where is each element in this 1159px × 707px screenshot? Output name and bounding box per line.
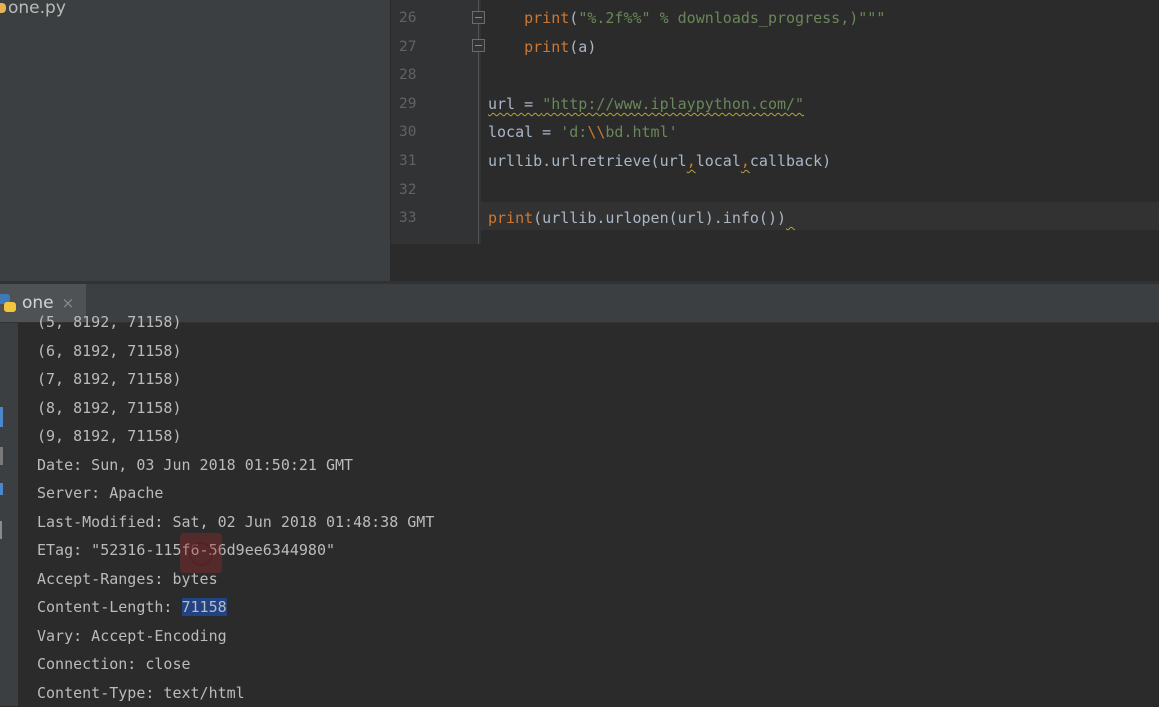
console-line: Connection: close <box>37 650 1159 679</box>
code-token: "http://www.iplaypython.com/" <box>542 95 804 113</box>
console-line-text: (7, 8192, 71158) <box>37 370 182 388</box>
code-token: (a) <box>569 38 596 56</box>
code-area[interactable]: print("%.2f%%" % downloads_progress,)"""… <box>481 0 1159 244</box>
console-line-text: Last-Modified: Sat, 02 Jun 2018 01:48:38… <box>37 513 434 531</box>
run-console[interactable]: (5, 8192, 71158)(6, 8192, 71158)(7, 8192… <box>0 323 1159 706</box>
console-line-text: (5, 8192, 71158) <box>37 313 182 331</box>
rerun-icon[interactable] <box>0 407 3 427</box>
code-token: 'd: <box>560 123 587 141</box>
selected-text[interactable]: 71158 <box>182 598 227 616</box>
console-line-text: Content-Length: <box>37 598 182 616</box>
code-token: local = <box>488 123 560 141</box>
line-number: 29 <box>399 90 429 118</box>
project-panel: one.py <box>0 0 391 281</box>
python-file-icon <box>0 3 6 13</box>
code-token: print <box>524 38 569 56</box>
line-number: 26 <box>399 4 429 32</box>
code-token <box>488 38 524 56</box>
console-line: Last-Modified: Sat, 02 Jun 2018 01:48:38… <box>37 508 1159 537</box>
python-icon <box>0 294 16 312</box>
console-line: (5, 8192, 71158) <box>37 308 1159 337</box>
code-token <box>488 9 524 27</box>
console-toolbar <box>0 323 18 706</box>
console-line-text: Server: Apache <box>37 484 163 502</box>
fold-guide-line <box>478 0 479 244</box>
console-line: (6, 8192, 71158) <box>37 337 1159 366</box>
mouse-cursor-highlight <box>180 533 222 573</box>
console-line: Date: Sun, 03 Jun 2018 01:50:21 GMT <box>37 451 1159 480</box>
code-line[interactable]: print(a) <box>488 33 596 61</box>
console-line: Vary: Accept-Encoding <box>37 622 1159 651</box>
console-line-text: (6, 8192, 71158) <box>37 342 182 360</box>
code-token: callback) <box>750 152 831 170</box>
code-token: , <box>741 152 750 170</box>
console-output[interactable]: (5, 8192, 71158) (6, 8192, 71158) (7, 8192… <box>37 308 1159 707</box>
code-token: urllib.urlretrieve(url <box>488 152 687 170</box>
console-line: Server: Apache <box>37 479 1159 508</box>
project-file-item[interactable]: one.py <box>0 0 66 20</box>
code-token: , <box>687 152 696 170</box>
scroll-to-end-icon[interactable] <box>0 521 2 539</box>
console-line: Content-Length: 71158 <box>37 593 1159 622</box>
code-token: "%.2f%%" % downloads_progress,)""" <box>578 9 885 27</box>
code-editor[interactable]: 2627282930313233 print("%.2f%%" % downlo… <box>391 0 1159 281</box>
code-token: print <box>524 9 569 27</box>
stop-icon[interactable] <box>0 447 3 465</box>
code-token: bd.html' <box>605 123 677 141</box>
line-number: 27 <box>399 33 429 61</box>
code-line[interactable]: url = "http://www.iplaypython.com/" <box>488 90 804 118</box>
editor-gutter: 2627282930313233 <box>391 0 481 244</box>
code-token: url = <box>488 95 542 113</box>
code-line[interactable]: print(urllib.urlopen(url).info()) <box>488 204 795 232</box>
console-line-text: Content-Type: text/html <box>37 684 245 702</box>
console-line-text: (8, 8192, 71158) <box>37 399 182 417</box>
code-token: local <box>696 152 741 170</box>
console-line-text: Date: Sun, 03 Jun 2018 01:50:21 GMT <box>37 456 353 474</box>
line-number: 31 <box>399 147 429 175</box>
editor-empty-area <box>391 244 1159 281</box>
console-line: (9, 8192, 71158) <box>37 422 1159 451</box>
console-line: Content-Type: text/html <box>37 679 1159 707</box>
console-line: (8, 8192, 71158) <box>37 394 1159 423</box>
console-line-text: Vary: Accept-Encoding <box>37 627 227 645</box>
soft-wrap-icon[interactable] <box>0 483 3 495</box>
code-token <box>786 209 795 227</box>
file-name-label: one.py <box>8 0 66 18</box>
code-line[interactable]: local = 'd:\\bd.html' <box>488 118 678 146</box>
code-line[interactable]: print("%.2f%%" % downloads_progress,)""" <box>488 4 885 32</box>
code-token: \\ <box>587 123 605 141</box>
line-number: 33 <box>399 204 429 232</box>
line-number: 30 <box>399 118 429 146</box>
console-line-text: Connection: close <box>37 655 191 673</box>
code-token: print <box>488 209 533 227</box>
line-number: 32 <box>399 176 429 204</box>
code-line[interactable]: urllib.urlretrieve(url,local,callback) <box>488 147 831 175</box>
console-line: (7, 8192, 71158) <box>37 365 1159 394</box>
line-number: 28 <box>399 61 429 89</box>
console-line-text: (9, 8192, 71158) <box>37 427 182 445</box>
code-token: ( <box>569 9 578 27</box>
code-token: (urllib.urlopen(url).info()) <box>533 209 786 227</box>
